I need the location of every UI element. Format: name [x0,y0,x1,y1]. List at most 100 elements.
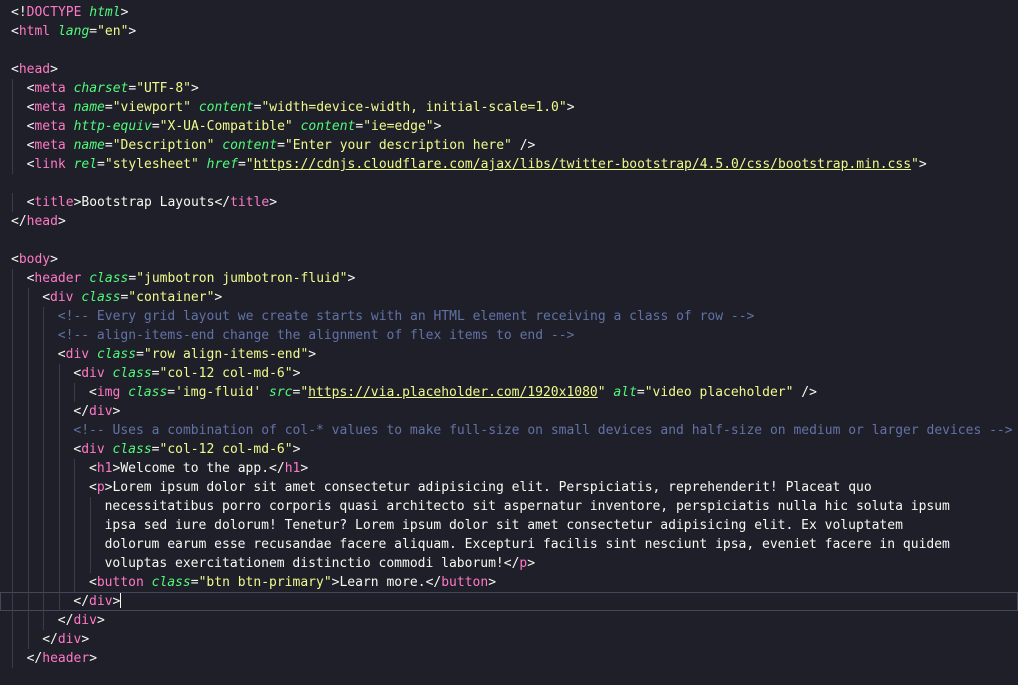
indent-guide [27,630,29,649]
code-punctuation: </ [503,556,520,571]
code-line[interactable]: voluptas exercitationem distinctio commo… [0,554,1018,573]
code-attribute: class [81,290,121,305]
code-punctuation: > [918,157,927,172]
code-line[interactable]: ipsa sed iure dolorum! Tenetur? Lorem ip… [0,516,1018,535]
code-punctuation [89,347,97,362]
code-punctuation: > [566,100,575,115]
code-line[interactable]: <div class="row align-items-end"> [0,345,1018,364]
code-line[interactable] [0,41,1018,60]
code-line[interactable]: <html lang="en"> [0,22,1018,41]
code-punctuation: > [112,594,121,609]
code-line[interactable]: </div> [0,630,1018,649]
code-string: " [300,385,309,400]
code-line[interactable]: <!-- Uses a combination of col-* values … [0,421,1018,440]
code-string: "stylesheet" [104,157,199,172]
code-line[interactable]: necessitatibus porro corporis quasi arch… [0,497,1018,516]
code-line[interactable]: <div class="col-12 col-md-6"> [0,440,1018,459]
code-punctuation: > [50,252,58,267]
code-string: "col-12 col-md-6" [159,442,293,457]
code-tag: body [18,252,51,267]
code-string: "viewport" [112,100,191,115]
code-attribute: http-equiv [73,119,152,134]
code-line-text: </header> [27,649,97,668]
code-punctuation [66,119,74,134]
code-line[interactable]: <meta charset="UTF-8"> [0,79,1018,98]
text-cursor [120,593,122,608]
indent-guide [12,136,13,155]
code-line[interactable]: <div class="col-12 col-md-6"> [0,364,1018,383]
code-punctuation: = [151,366,160,381]
code-punctuation: > [300,461,309,476]
code-line[interactable]: <body> [0,250,1018,269]
code-line[interactable]: <!DOCTYPE html> [0,3,1018,22]
code-line[interactable]: <meta http-equiv="X-UA-Compatible" conte… [0,117,1018,136]
code-punctuation: /> [793,385,817,400]
indent-guide [43,573,45,592]
code-line[interactable]: dolorum earum esse recusandae facere ali… [0,535,1018,554]
code-line[interactable]: </header> [0,649,1018,668]
indent-guide [90,516,91,535]
code-tag: head [18,62,51,77]
code-line[interactable]: </div> [0,402,1018,421]
code-text: Bootstrap Layouts [81,195,215,210]
code-punctuation: > [433,119,442,134]
indent-guide [27,592,29,611]
indent-guide [27,326,29,345]
code-line[interactable]: </head> [0,212,1018,231]
code-line[interactable]: <link rel="stylesheet" href="https://cdn… [0,155,1018,174]
code-url[interactable]: https://cdnjs.cloudflare.com/ajax/libs/t… [254,157,911,172]
code-line[interactable] [0,231,1018,250]
code-punctuation [293,119,301,134]
code-line-text: <meta name="viewport" content="width=dev… [27,98,575,117]
indent-guide [12,630,13,649]
code-string: 'img-fluid' [175,385,262,400]
code-line-current[interactable]: </div> [0,592,1018,611]
code-punctuation: > [308,347,317,362]
code-punctuation: /> [511,138,536,153]
code-string: "X-UA-Compatible" [159,119,293,134]
code-line[interactable]: <title>Bootstrap Layouts</title> [0,193,1018,212]
code-string: "btn btn-primary" [198,575,332,590]
code-line[interactable]: <h1>Welcome to the app.</h1> [0,459,1018,478]
code-url[interactable]: https://via.placeholder.com/1920x1080 [308,385,598,400]
code-line[interactable]: <header class="jumbotron jumbotron-fluid… [0,269,1018,288]
code-line[interactable] [0,668,1018,685]
indent-guide [12,79,13,98]
code-line[interactable] [0,174,1018,193]
code-line[interactable]: <meta name="viewport" content="width=dev… [0,98,1018,117]
code-punctuation [261,385,269,400]
code-line[interactable]: <p>Lorem ipsum dolor sit amet consectetu… [0,478,1018,497]
code-line[interactable]: <button class="btn btn-primary">Learn mo… [0,573,1018,592]
indent-guide [12,269,13,288]
code-tag: div [89,594,113,609]
indent-guide [12,326,13,345]
code-tag: header [34,271,82,286]
code-line[interactable]: <img class='img-fluid' src="https://via.… [0,383,1018,402]
code-line-text: necessitatibus porro corporis quasi arch… [105,497,950,516]
code-string: "Enter your description here" [284,138,512,153]
code-line-text: </head> [11,212,66,231]
code-attribute: html [89,5,121,20]
code-punctuation [66,157,74,172]
indent-guide [27,364,29,383]
code-editor[interactable]: <!DOCTYPE html> <html lang="en"> <head> <me… [0,0,1018,685]
code-punctuation: = [167,385,176,400]
code-punctuation: > [214,290,223,305]
indent-guide [74,383,76,402]
code-punctuation: > [269,195,278,210]
code-line[interactable]: <!-- Every grid layout we create starts … [0,307,1018,326]
indent-guide [43,497,45,516]
code-line[interactable]: <div class="container"> [0,288,1018,307]
code-punctuation: < [42,290,51,305]
code-line[interactable]: </div> [0,611,1018,630]
code-tag: DOCTYPE [26,5,82,20]
code-line[interactable]: <head> [0,60,1018,79]
indent-guide [12,421,13,440]
indent-guide [12,345,13,364]
code-punctuation [120,385,128,400]
code-line-text: <header class="jumbotron jumbotron-fluid… [27,269,356,288]
code-line[interactable]: <!-- align-items-end change the alignmen… [0,326,1018,345]
indent-guide [58,383,60,402]
code-punctuation: <! [11,5,27,20]
code-line[interactable]: <meta name="Description" content="Enter … [0,136,1018,155]
